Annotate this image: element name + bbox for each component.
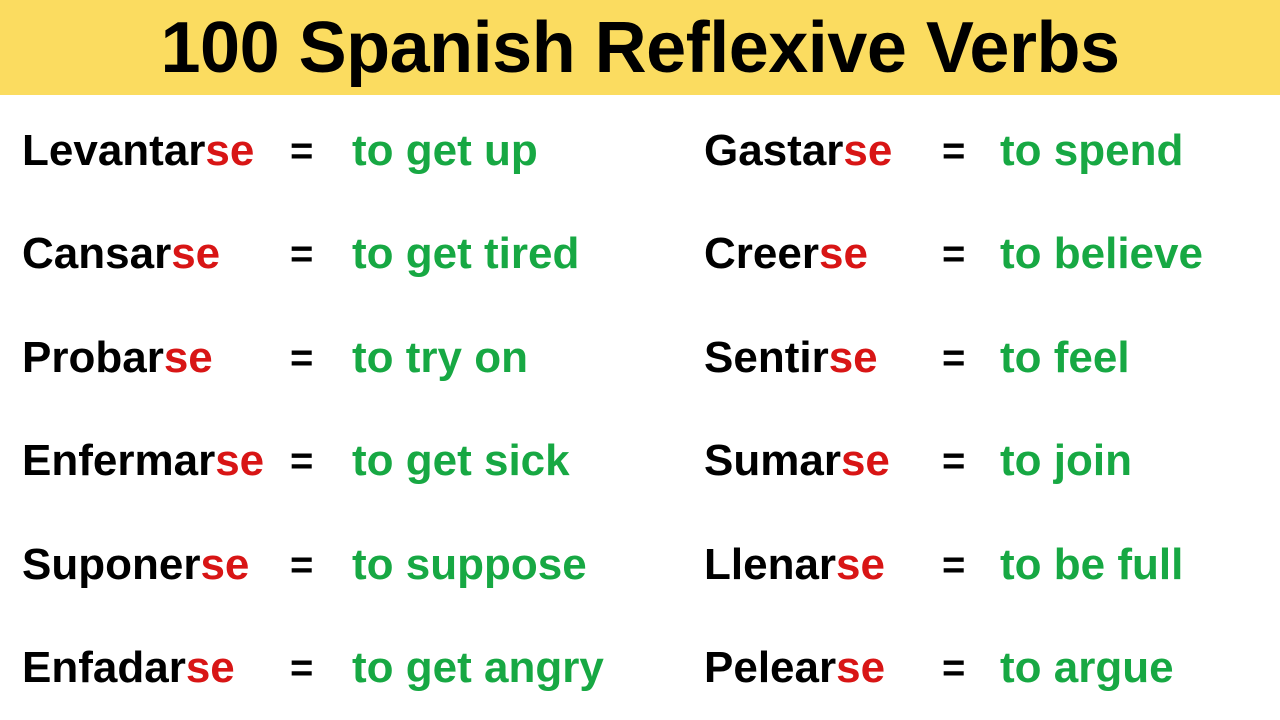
verb-row: Sumarse = to join xyxy=(694,410,1280,514)
verb-stem: Probar xyxy=(22,332,164,382)
reflexive-suffix: se xyxy=(171,229,221,279)
spanish-verb: Enfadarse xyxy=(22,643,290,693)
equals-sign: = xyxy=(290,542,314,587)
reflexive-suffix: se xyxy=(828,332,878,382)
verb-row: Llenarse = to be full xyxy=(694,513,1280,617)
equals-sign: = xyxy=(942,232,966,277)
spanish-verb: Enfermarse xyxy=(22,436,290,486)
reflexive-suffix: se xyxy=(836,643,886,693)
verb-stem: Cansar xyxy=(22,229,172,279)
verb-stem: Suponer xyxy=(22,539,201,589)
verb-row: Enfadarse = to get angry xyxy=(0,617,694,720)
equals-sign: = xyxy=(942,128,966,173)
verb-row: Cansarse = to get tired xyxy=(0,203,694,307)
equals-sign: = xyxy=(290,232,314,277)
reflexive-suffix: se xyxy=(818,229,868,279)
english-translation: to feel xyxy=(1000,332,1130,382)
equals-sign: = xyxy=(942,439,966,484)
spanish-verb: Pelearse xyxy=(704,643,942,693)
spanish-verb: Cansarse xyxy=(22,229,290,279)
english-translation: to suppose xyxy=(352,539,587,589)
spanish-verb: Probarse xyxy=(22,333,290,383)
reflexive-suffix: se xyxy=(185,643,235,693)
equals-sign: = xyxy=(290,128,314,173)
english-translation: to be full xyxy=(1000,539,1184,589)
reflexive-suffix: se xyxy=(836,539,885,589)
verb-row: Probarse = to try on xyxy=(0,306,694,410)
english-translation: to try on xyxy=(352,332,528,382)
verb-stem: Pelear xyxy=(704,643,837,693)
english-translation: to get angry xyxy=(352,643,604,693)
reflexive-suffix: se xyxy=(163,332,213,382)
verb-grid: Levantarse = to get up Gastarse = to spe… xyxy=(0,95,1280,720)
english-translation: to get tired xyxy=(352,229,580,279)
spanish-verb: Sumarse xyxy=(704,436,942,486)
equals-sign: = xyxy=(942,542,966,587)
reflexive-suffix: se xyxy=(840,436,890,486)
verb-stem: Gastar xyxy=(704,125,844,175)
verb-row: Gastarse = to spend xyxy=(694,99,1280,203)
verb-row: Pelearse = to argue xyxy=(694,617,1280,720)
verb-row: Levantarse = to get up xyxy=(0,99,694,203)
english-translation: to get up xyxy=(352,125,538,175)
reflexive-suffix: se xyxy=(200,539,250,589)
english-translation: to spend xyxy=(1000,125,1184,175)
reflexive-suffix: se xyxy=(843,125,893,175)
verb-row: Enfermarse = to get sick xyxy=(0,410,694,514)
lesson-slide: 100 Spanish Reflexive Verbs Levantarse =… xyxy=(0,0,1280,720)
english-translation: to get sick xyxy=(352,436,570,486)
equals-sign: = xyxy=(942,646,966,691)
page-title: 100 Spanish Reflexive Verbs xyxy=(160,7,1120,88)
spanish-verb: Creerse xyxy=(704,229,942,279)
verb-stem: Levantar xyxy=(22,125,206,175)
english-translation: to join xyxy=(1000,436,1132,486)
reflexive-suffix: se xyxy=(215,436,265,486)
verb-stem: Enfadar xyxy=(22,643,186,693)
english-translation: to believe xyxy=(1000,229,1203,279)
equals-sign: = xyxy=(290,439,314,484)
verb-stem: Sumar xyxy=(704,436,841,486)
spanish-verb: Suponerse xyxy=(22,540,290,590)
equals-sign: = xyxy=(290,335,314,380)
spanish-verb: Gastarse xyxy=(704,126,942,176)
spanish-verb: Llenarse xyxy=(704,540,942,590)
equals-sign: = xyxy=(290,646,314,691)
verb-stem: Creer xyxy=(704,229,819,279)
reflexive-suffix: se xyxy=(205,125,255,175)
spanish-verb: Levantarse xyxy=(22,126,290,176)
english-translation: to argue xyxy=(1000,643,1174,693)
verb-stem: Llenar xyxy=(704,539,837,589)
equals-sign: = xyxy=(942,335,966,380)
header-banner: 100 Spanish Reflexive Verbs xyxy=(0,0,1280,95)
verb-row: Sentirse = to feel xyxy=(694,306,1280,410)
verb-stem: Sentir xyxy=(704,332,829,382)
verb-row: Suponerse = to suppose xyxy=(0,513,694,617)
spanish-verb: Sentirse xyxy=(704,333,942,383)
verb-row: Creerse = to believe xyxy=(694,203,1280,307)
verb-stem: Enfermar xyxy=(22,436,216,486)
